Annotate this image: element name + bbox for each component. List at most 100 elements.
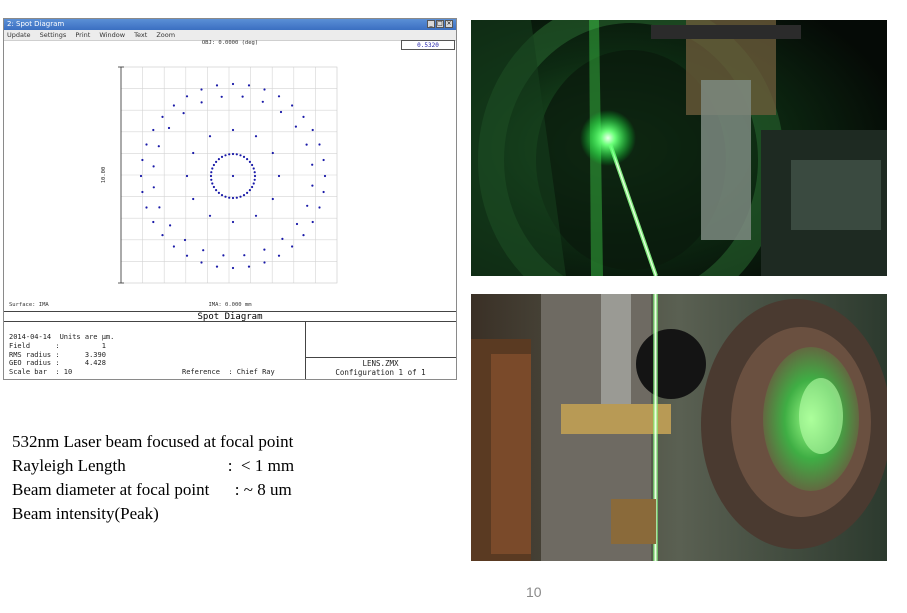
spot-point bbox=[263, 88, 266, 91]
page-number: 10 bbox=[526, 584, 542, 600]
spot-point bbox=[217, 158, 220, 161]
spot-point bbox=[231, 174, 235, 178]
spot-point bbox=[172, 245, 175, 248]
laser-photo-top-image bbox=[471, 20, 887, 276]
spot-point bbox=[185, 174, 189, 178]
spot-point bbox=[212, 185, 215, 189]
menu-zoom[interactable]: Zoom bbox=[156, 31, 175, 39]
menu-window[interactable]: Window bbox=[99, 31, 125, 39]
window-titlebar: 2: Spot Diagram _ □ × bbox=[4, 19, 456, 30]
spot-point bbox=[252, 167, 255, 170]
spot-point bbox=[251, 185, 254, 189]
spot-point bbox=[247, 265, 251, 268]
lens-file: LENS.ZMX bbox=[362, 359, 399, 368]
spot-point bbox=[200, 261, 203, 264]
spot-point bbox=[152, 128, 155, 132]
spot-point bbox=[318, 206, 321, 209]
info-block: 2014-04-14 Units are µm. Field : 1 RMS rad… bbox=[9, 333, 114, 377]
spot-diagram-window: 2: Spot Diagram _ □ × Update Settings Pr… bbox=[3, 18, 457, 380]
scale-bar-label: 10.00 bbox=[101, 167, 107, 184]
spot-point bbox=[242, 194, 246, 197]
spot-point bbox=[261, 100, 264, 103]
spot-point bbox=[311, 220, 314, 224]
spot-point bbox=[277, 95, 281, 98]
menu-update[interactable]: Update bbox=[7, 31, 31, 39]
spot-point bbox=[281, 237, 284, 240]
panel-divider-horizontal bbox=[305, 357, 456, 358]
spot-point bbox=[235, 153, 238, 156]
spot-point bbox=[271, 151, 274, 155]
spot-point bbox=[182, 112, 185, 115]
spot-plot: 10.00 bbox=[101, 66, 338, 284]
spot-point bbox=[277, 254, 281, 257]
spot-point bbox=[305, 143, 308, 146]
spot-point bbox=[209, 174, 213, 178]
spot-point bbox=[248, 189, 251, 192]
info-scale-bar: Scale bar : 10 bbox=[9, 368, 73, 377]
spot-point bbox=[241, 95, 244, 98]
info-geo-radius: GEO radius : 4.428 bbox=[9, 359, 106, 368]
info-field: Field : 1 bbox=[9, 341, 106, 350]
spot-point bbox=[208, 214, 212, 217]
spot-point bbox=[212, 163, 215, 167]
spot-point bbox=[231, 266, 235, 270]
spot-point bbox=[306, 204, 309, 207]
spot-point bbox=[311, 184, 314, 187]
spot-point bbox=[322, 190, 325, 194]
laser-photo-top bbox=[471, 20, 887, 276]
spot-point bbox=[254, 214, 258, 217]
spot-point bbox=[158, 206, 161, 209]
spot-point bbox=[211, 182, 214, 185]
spot-point bbox=[172, 104, 175, 107]
spot-point bbox=[302, 234, 305, 237]
spot-point bbox=[217, 191, 220, 194]
spot-point bbox=[295, 222, 299, 226]
spot-point bbox=[157, 145, 160, 148]
spot-point bbox=[220, 155, 224, 158]
spot-point bbox=[253, 171, 256, 174]
minimize-icon[interactable]: _ bbox=[427, 20, 435, 28]
window-title: 2: Spot Diagram bbox=[7, 20, 65, 28]
spot-point bbox=[200, 88, 203, 91]
laser-photo-bottom-image bbox=[471, 294, 887, 561]
spot-point bbox=[185, 254, 189, 257]
spot-point bbox=[291, 245, 294, 248]
caption-line-2: Rayleigh Length : < 1 mm bbox=[12, 456, 295, 475]
spot-point bbox=[277, 174, 281, 178]
spot-point bbox=[252, 182, 255, 185]
caption-line-3: Beam diameter at focal point : ~ 8 um bbox=[12, 480, 292, 499]
panel-title: Spot Diagram bbox=[4, 311, 456, 322]
menu-print[interactable]: Print bbox=[75, 31, 90, 39]
spot-point bbox=[231, 220, 235, 224]
spot-point bbox=[211, 167, 214, 170]
spot-point bbox=[231, 196, 235, 200]
menu-settings[interactable]: Settings bbox=[40, 31, 67, 39]
spot-point bbox=[263, 248, 266, 251]
spot-point bbox=[253, 178, 256, 181]
spot-point bbox=[228, 196, 231, 199]
spot-point bbox=[139, 174, 143, 178]
spot-point bbox=[215, 265, 219, 268]
spot-point bbox=[231, 82, 235, 86]
spot-point bbox=[152, 220, 155, 224]
spot-point bbox=[210, 171, 213, 174]
menu-text[interactable]: Text bbox=[134, 31, 147, 39]
spot-point bbox=[235, 196, 238, 199]
spot-point bbox=[145, 143, 148, 146]
spot-point bbox=[246, 158, 249, 161]
close-icon[interactable]: × bbox=[445, 20, 453, 28]
caption-line-4: Beam intensity(Peak) bbox=[12, 504, 159, 523]
spot-point bbox=[220, 194, 224, 197]
spot-point bbox=[215, 160, 218, 163]
maximize-icon[interactable]: □ bbox=[436, 20, 444, 28]
spot-point bbox=[215, 189, 218, 192]
spot-point bbox=[323, 174, 327, 178]
spot-point bbox=[231, 152, 235, 156]
lens-info: LENS.ZMX Configuration 1 of 1 bbox=[305, 359, 456, 377]
spot-point bbox=[141, 190, 144, 194]
spot-point bbox=[222, 254, 225, 257]
spot-point bbox=[167, 126, 171, 130]
caption: 532nm Laser beam focused at focal point … bbox=[12, 430, 294, 526]
spot-point bbox=[239, 195, 242, 198]
ima-label: IMA: 0.000 mm bbox=[208, 302, 252, 308]
